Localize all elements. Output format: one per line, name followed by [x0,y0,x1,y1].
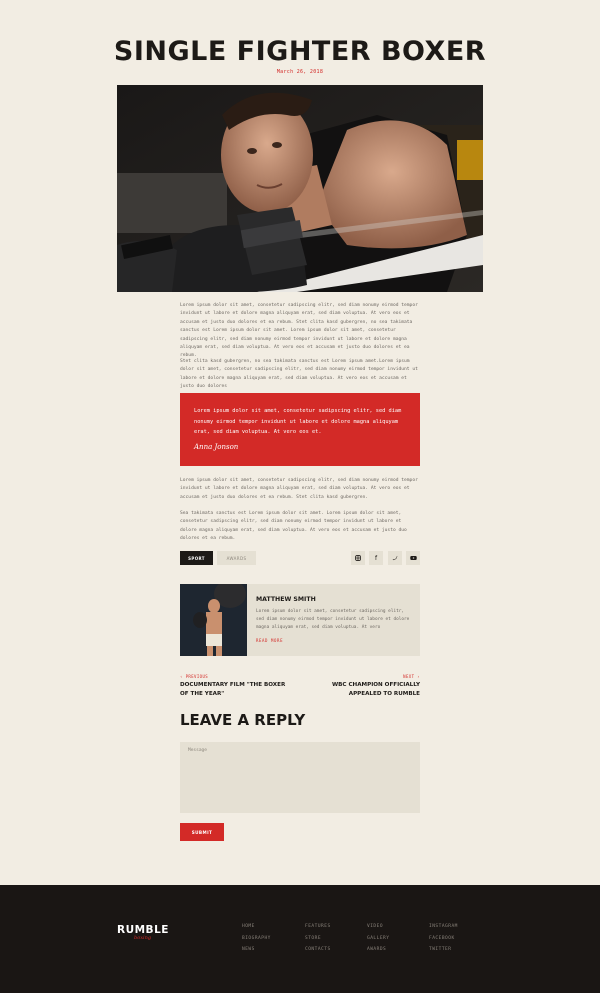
message-field[interactable] [180,742,420,813]
quote-signature: Anna Jonson [194,442,239,451]
author-bio: Lorem ipsum dolor sit amet, consetetur s… [256,609,410,630]
footer-link-awards[interactable]: AWARDS [367,947,389,959]
hero-image [117,85,483,292]
post-date: March 26, 2018 [276,69,324,75]
youtube-icon[interactable] [406,551,420,565]
footer-link-twitter[interactable]: TWITTER [429,947,458,959]
previous-post-title[interactable]: DOCUMENTARY FILM "THE BOXER OF THE YEAR" [180,681,290,698]
footer-link-store[interactable]: STORE [305,936,331,948]
post-paragraph: Sea takimata sanctus est Lorem ipsum dol… [180,511,407,542]
tag-awards[interactable]: AWARDS [217,551,256,565]
footer-column: FEATURES STORE CONTACTS [305,924,331,959]
footer-logo-subtitle: boxing [134,935,152,941]
footer-column: VIDEO GALLERY AWARDS [367,924,389,959]
footer-column: INSTAGRAM FACEBOOK TWITTER [429,924,458,959]
post-paragraph: Stet clita kasd gubergren, no sea takima… [180,359,418,390]
footer-link-video[interactable]: VIDEO [367,924,389,936]
author-name: MATTHEW SMITH [256,596,316,603]
footer-link-instagram[interactable]: INSTAGRAM [429,924,458,936]
blockquote: Lorem ipsum dolor sit amet, consetetur s… [180,393,420,466]
tag-sport[interactable]: SPORT [180,551,213,565]
read-more-link[interactable]: READ MORE [256,638,283,643]
footer-link-home[interactable]: HOME [242,924,271,936]
quote-text: Lorem ipsum dolor sit amet, consetetur s… [194,408,402,435]
next-post-label[interactable]: NEXT › [403,674,420,679]
post-paragraph: Lorem ipsum dolor sit amet, consetetur s… [180,478,418,500]
post-title: SINGLE FIGHTER BOXER [113,36,487,67]
facebook-icon[interactable]: f [369,551,383,565]
footer-column: HOME BIOGRAPHY NEWS [242,924,271,959]
previous-post-label[interactable]: ‹ PREVIOUS [180,674,208,679]
author-box: MATTHEW SMITH Lorem ipsum dolor sit amet… [180,584,420,656]
author-photo [180,584,247,656]
boxer-photo [117,85,483,292]
footer-link-facebook[interactable]: FACEBOOK [429,936,458,948]
twitter-icon[interactable] [388,551,402,565]
post-paragraph: Lorem ipsum dolor sit amet, consetetur s… [180,303,418,359]
footer-link-news[interactable]: NEWS [242,947,271,959]
site-footer: RUMBLE boxing HOME BIOGRAPHY NEWS FEATUR… [0,885,600,993]
submit-button[interactable]: SUBMIT [180,823,224,841]
footer-link-features[interactable]: FEATURES [305,924,331,936]
blog-post-page: SINGLE FIGHTER BOXER March 26, 2018 Lore… [0,0,600,993]
footer-link-gallery[interactable]: GALLERY [367,936,389,948]
instagram-icon[interactable] [351,551,365,565]
footer-link-biography[interactable]: BIOGRAPHY [242,936,271,948]
footer-link-contacts[interactable]: CONTACTS [305,947,331,959]
next-post-title[interactable]: WBC CHAMPION OFFICIALLY APPEALED TO RUMB… [310,681,420,698]
reply-heading: LEAVE A REPLY [180,711,306,729]
